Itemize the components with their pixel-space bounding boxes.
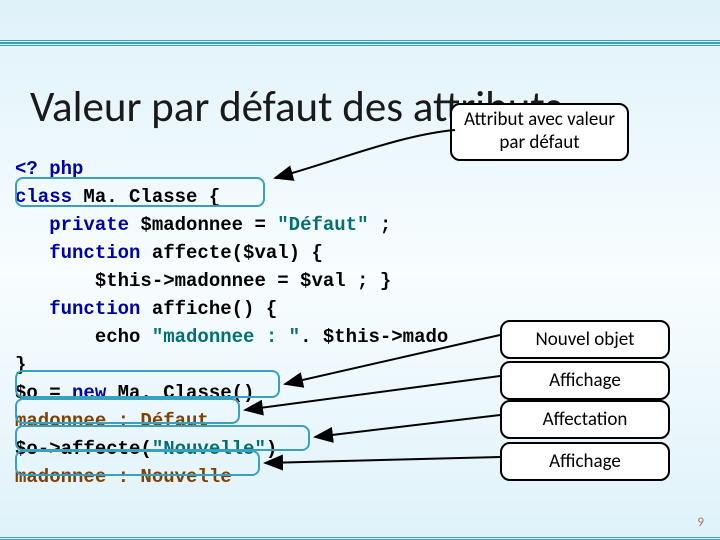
code-l3c: "Défaut" (277, 214, 368, 236)
callout-display-1: Affichage (500, 361, 670, 400)
code-l6b: affiche() { (140, 298, 277, 320)
callout-main-l1: Attribut avec valeur (464, 109, 615, 132)
callout-new-object: Nouvel objet (500, 320, 670, 359)
code-l7c: . $this->mado (300, 326, 448, 348)
page-number: 9 (697, 515, 704, 530)
highlight-affecte-call (15, 425, 310, 451)
code-l5: $this->madonnee = $val ; } (15, 270, 391, 292)
highlight-output-1 (15, 398, 240, 424)
code-l7b: "madonnee : " (152, 326, 300, 348)
callout-affectation: Affectation (500, 400, 670, 439)
callout-main: Attribut avec valeur par défaut (450, 103, 629, 161)
highlight-new-object (15, 370, 280, 398)
highlight-output-2 (15, 450, 260, 476)
code-l3b: $madonnee = (129, 214, 277, 236)
code-l6a: function (15, 298, 140, 320)
highlight-class-decl (15, 177, 265, 207)
top-rule (0, 40, 720, 46)
code-l3a: private (15, 214, 129, 236)
code-l3d: ; (368, 214, 391, 236)
code-l4a: function (15, 242, 140, 264)
code-l7a: echo (15, 326, 152, 348)
callout-display-2: Affichage (500, 442, 670, 481)
code-l4b: affecte($val) { (140, 242, 322, 264)
callout-main-l2: par défaut (464, 132, 615, 155)
